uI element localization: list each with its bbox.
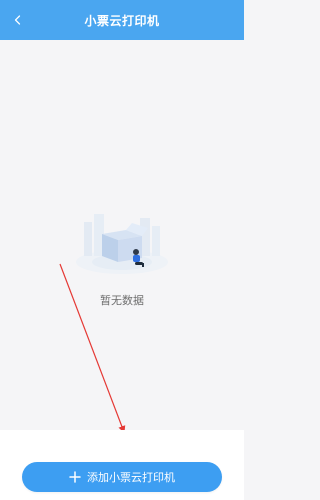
chevron-left-icon (14, 15, 21, 25)
empty-box-with-person-illustration (76, 214, 168, 274)
empty-state-illustration (72, 196, 172, 280)
empty-state-message: 暂无数据 (100, 294, 144, 307)
back-button[interactable] (8, 10, 28, 30)
app-header: 小票云打印机 (0, 0, 244, 40)
printer-list-page: 小票云打印机 暂无数据 添加小票云打印机 (0, 0, 244, 500)
plus-icon (69, 471, 81, 483)
page-title: 小票云打印机 (84, 13, 160, 28)
add-printer-button[interactable]: 添加小票云打印机 (22, 462, 222, 492)
add-printer-label: 添加小票云打印机 (87, 471, 175, 484)
